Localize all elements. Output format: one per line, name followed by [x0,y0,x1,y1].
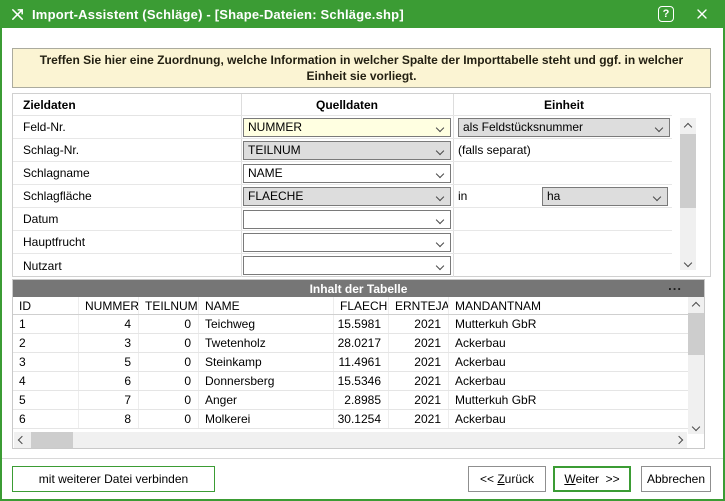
chevron-down-icon [652,192,662,201]
mapping-row-hauptfrucht: Hauptfrucht [13,231,672,254]
chevron-down-icon [654,123,664,132]
dialog-footer: mit weiterer Datei verbinden << Zurück W… [2,458,723,499]
scroll-up-button[interactable] [680,118,696,133]
chevron-down-icon [691,422,701,431]
mapping-row-schlagname: Schlagname NAME [13,162,672,185]
mapping-scrollbar[interactable] [680,118,696,270]
mapping-row-nutzart: Nutzart [13,254,672,277]
column-header[interactable]: FLAECHE [334,297,389,314]
column-header[interactable]: ID [13,297,79,314]
target-column-header: Zieldaten [23,97,76,112]
table-title-bar: Inhalt der Tabelle ... [13,278,704,297]
titlebar-controls: ? [658,6,715,22]
table-panel: Inhalt der Tabelle ... ID NUMMER TEILNUM… [12,278,705,449]
mapping-row-datum: Datum [13,208,672,231]
field-label: Nutzart [23,258,62,273]
scroll-down-button[interactable] [688,419,704,434]
scrollbar-thumb[interactable] [680,134,696,208]
column-header[interactable]: NAME [199,297,334,314]
field-label: Schlag-Nr. [23,143,80,157]
chevron-down-icon [435,123,445,132]
instruction-banner: Treffen Sie hier eine Zuordnung, welche … [12,48,711,88]
unit-prefix-text: in [458,189,468,203]
instruction-text: Treffen Sie hier eine Zuordnung, welche … [39,52,684,83]
scrollbar-thumb[interactable] [31,432,73,448]
mapping-row-feldnr: Feld-Nr. NUMMER als Feldstücksnummer [13,116,672,139]
table-row[interactable]: 4 6 0 Donnersberg 15.5346 2021 Ackerbau [13,372,689,391]
source-column-header: Quelldaten [315,97,378,112]
chevron-up-icon [691,301,701,311]
unit-column-header: Einheit [543,97,584,112]
chevron-down-icon [683,258,693,267]
close-icon [697,9,707,19]
mapping-header-row: Zieldaten Quelldaten Einheit [13,94,672,116]
app-icon [10,7,25,22]
chevron-down-icon [435,215,445,224]
help-button[interactable]: ? [658,6,674,22]
column-header[interactable]: ERNTEJAHR [389,297,449,314]
scroll-up-button[interactable] [688,297,704,312]
source-select-feldnr[interactable]: NUMMER [243,117,451,137]
chevron-left-icon [17,435,27,445]
table-row[interactable]: 5 7 0 Anger 2.8985 2021 Mutterkuh GbR [13,391,689,410]
column-header[interactable]: TEILNUM [139,297,199,314]
source-select-schlagname[interactable]: NAME [243,163,451,183]
chevron-up-icon [683,122,693,132]
source-select-datum[interactable] [243,209,451,229]
column-header[interactable]: NUMMER [79,297,139,314]
mapping-panel: Zieldaten Quelldaten Einheit Feld-Nr. NU… [12,93,711,277]
unit-select-schlagflaeche[interactable]: ha [542,186,668,206]
table-horizontal-scrollbar[interactable] [14,432,687,448]
field-label: Hauptfrucht [23,235,86,249]
table-title: Inhalt der Tabelle [309,281,408,296]
table-row[interactable]: 1 4 0 Teichweg 15.5981 2021 Mutterkuh Gb… [13,315,689,334]
connect-file-button[interactable]: mit weiterer Datei verbinden [12,466,215,492]
mapping-row-schlagnr: Schlag-Nr. TEILNUM (falls separat) [13,139,672,162]
field-label: Feld-Nr. [23,120,66,134]
source-select-hauptfrucht[interactable] [243,232,451,252]
field-label: Schlagfläche [23,189,92,203]
chevron-down-icon [435,169,445,178]
scrollbar-thumb[interactable] [688,313,704,355]
source-select-schlagnr[interactable]: TEILNUM [243,140,451,160]
dialog-content: Treffen Sie hier eine Zuordnung, welche … [2,28,723,499]
close-button[interactable] [695,7,709,21]
unit-hint-text: (falls separat) [458,143,531,157]
table-row[interactable]: 3 5 0 Steinkamp 11.4961 2021 Ackerbau [13,353,689,372]
chevron-right-icon [674,435,684,445]
chevron-down-icon [435,146,445,155]
titlebar: Import-Assistent (Schläge) - [Shape-Date… [2,2,723,28]
table-row[interactable]: 2 3 0 Twetenholz 28.0217 2021 Ackerbau [13,334,689,353]
field-label: Schlagname [23,166,90,180]
import-assistant-dialog: Import-Assistent (Schläge) - [Shape-Date… [0,0,725,501]
back-button[interactable]: << Zurück [468,466,546,492]
field-label: Datum [23,212,59,226]
mapping-row-schlagflaeche: Schlagfläche FLAECHE in ha [13,185,672,208]
unit-select-feldnr[interactable]: als Feldstücksnummer [458,117,670,137]
table-options-button[interactable]: ... [668,278,682,293]
source-select-nutzart[interactable] [243,256,451,275]
chevron-down-icon [435,192,445,201]
chevron-down-icon [435,238,445,247]
cancel-button[interactable]: Abbrechen [641,466,711,492]
table-row[interactable]: 6 8 0 Molkerei 30.1254 2021 Ackerbau [13,410,689,429]
table-header-row: ID NUMMER TEILNUM NAME FLAECHE ERNTEJAHR… [13,297,689,315]
scroll-left-button[interactable] [14,432,30,448]
scroll-right-button[interactable] [671,432,687,448]
column-header[interactable]: MANDANTNAM [449,297,689,314]
source-select-schlagflaeche[interactable]: FLAECHE [243,186,451,206]
window-title: Import-Assistent (Schläge) - [Shape-Date… [32,6,404,22]
scroll-down-button[interactable] [680,255,696,270]
chevron-down-icon [435,261,445,271]
table-vertical-scrollbar[interactable] [688,297,704,434]
next-button[interactable]: Weiter >> [553,466,631,492]
help-icon: ? [662,8,670,20]
